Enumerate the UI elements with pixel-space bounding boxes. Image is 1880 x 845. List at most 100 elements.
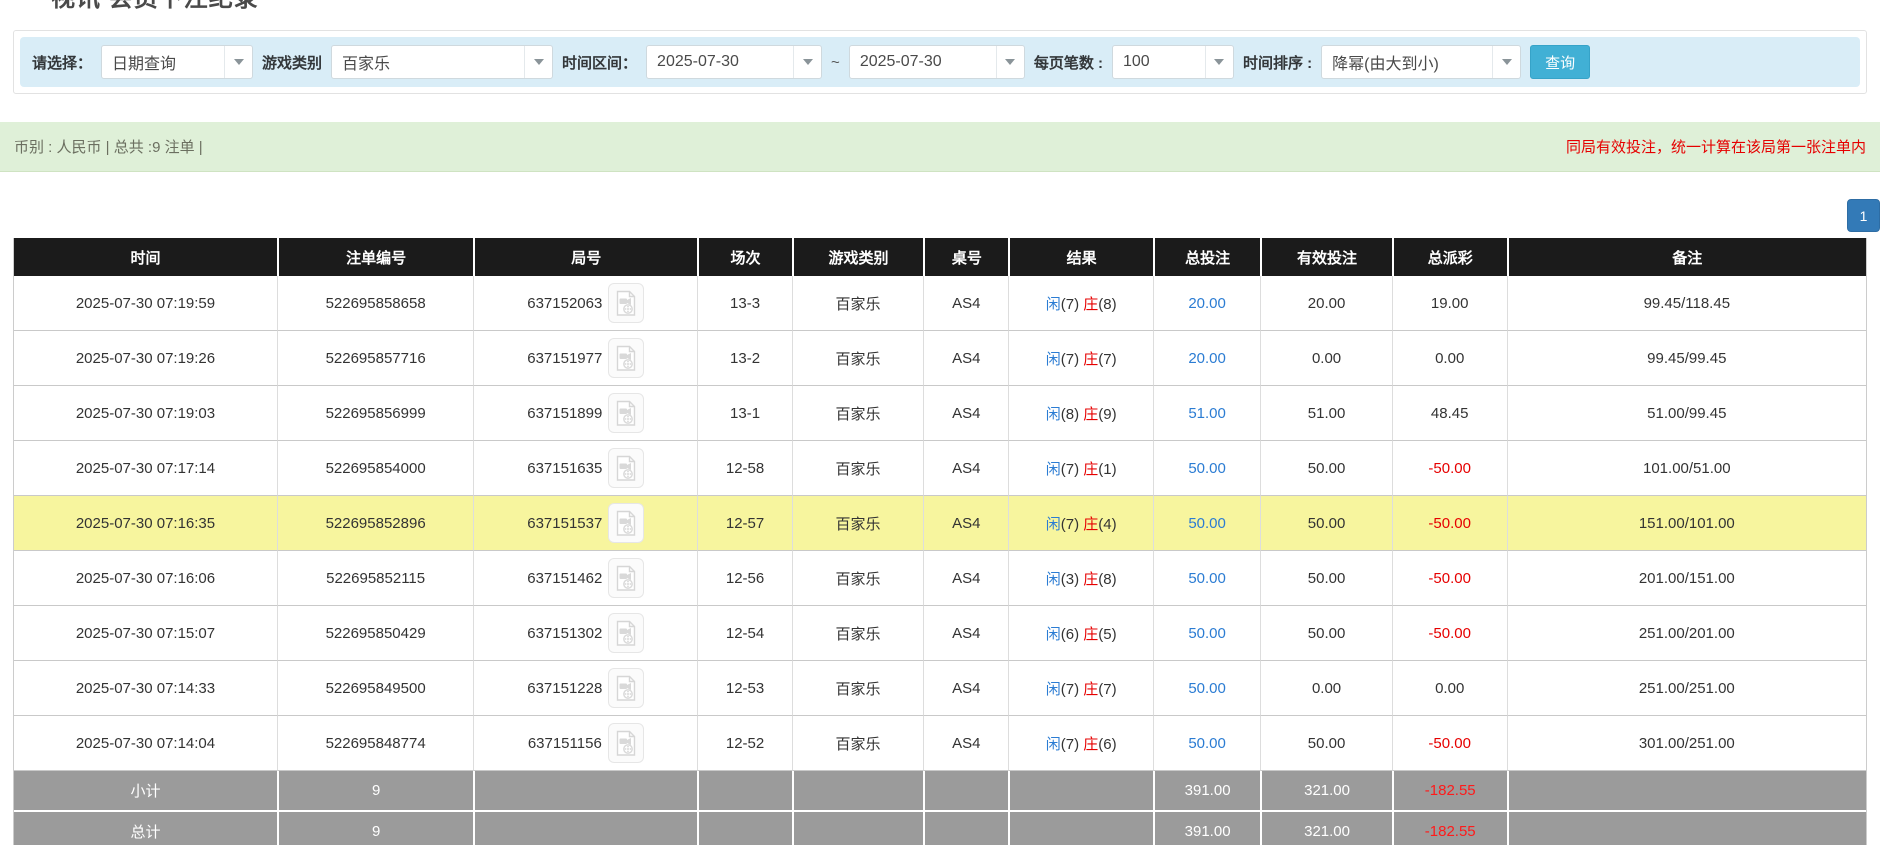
- session-cell: 12-56: [697, 551, 792, 606]
- summary-total-bet-cell: 391.00: [1152, 771, 1261, 810]
- video-file-icon: [617, 345, 636, 371]
- summary-total-bet-cell: 391.00: [1152, 810, 1261, 845]
- summary-payout-cell: -182.55: [1391, 771, 1507, 810]
- search-button[interactable]: 查询: [1530, 45, 1591, 79]
- total-bet-cell: 50.00: [1152, 551, 1261, 606]
- video-replay-button[interactable]: [608, 338, 645, 378]
- total-bet-link[interactable]: 20.00: [1188, 350, 1226, 367]
- valid-bet-cell: 0.00: [1260, 661, 1392, 716]
- page-title: 视讯 会员下注纪录: [51, 0, 1867, 13]
- total-bet-link[interactable]: 50.00: [1188, 460, 1226, 477]
- chevron-down-icon[interactable]: [1204, 46, 1233, 78]
- round-id-cell: 637151462: [473, 551, 698, 606]
- valid-bet-cell: 50.00: [1260, 441, 1392, 496]
- table-no-cell: AS4: [923, 276, 1009, 331]
- payout-cell: 0.00: [1391, 331, 1507, 386]
- round-id-cell: 637151977: [473, 331, 698, 386]
- session-cell: 12-54: [697, 606, 792, 661]
- game-type-value: 百家乐: [342, 56, 391, 73]
- query-type-select[interactable]: 日期查询: [101, 45, 254, 79]
- table-row: 2025-07-30 07:19:26 522695857716 637151977…: [14, 331, 1866, 386]
- total-bet-link[interactable]: 51.00: [1188, 405, 1226, 422]
- round-id-cell: 637151537: [473, 496, 698, 551]
- records-table-wrap: 时间 注单编号 局号 场次 游戏类别 桌号 结果 总投注 有效投注 总派彩 备注 2025-07-3…: [13, 238, 1867, 845]
- filter-bar: 请选择： 日期查询 游戏类别 百家乐 时间区间： 2025-07-30 ~ 20…: [20, 37, 1860, 87]
- time-cell: 2025-07-30 07:15:07: [14, 606, 277, 661]
- date-to-value: 2025-07-30: [859, 53, 942, 70]
- date-from-select[interactable]: 2025-07-30: [646, 45, 823, 79]
- column-header: 总派彩: [1391, 238, 1507, 276]
- chevron-down-icon[interactable]: [793, 46, 821, 78]
- sort-select[interactable]: 降幂(由大到小): [1321, 45, 1522, 79]
- payout-cell: -50.00: [1391, 496, 1507, 551]
- note-cell: 301.00/251.00: [1506, 716, 1866, 771]
- game-type-select[interactable]: 百家乐: [331, 45, 554, 79]
- table-no-cell: AS4: [923, 606, 1009, 661]
- page-size-value: 100: [1122, 53, 1150, 70]
- video-replay-button[interactable]: [608, 613, 645, 653]
- video-replay-button[interactable]: [608, 448, 645, 488]
- bet-id-cell: 522695854000: [276, 441, 474, 496]
- video-file-icon: [617, 400, 636, 426]
- bet-id-cell: 522695848774: [276, 716, 474, 771]
- chevron-down-icon[interactable]: [224, 46, 252, 78]
- time-cell: 2025-07-30 07:16:06: [14, 551, 277, 606]
- table-no-cell: AS4: [923, 661, 1009, 716]
- time-cell: 2025-07-30 07:14:04: [14, 716, 277, 771]
- bet-id-cell: 522695852896: [276, 496, 474, 551]
- date-range-tilde: ~: [831, 53, 840, 71]
- video-replay-button[interactable]: [607, 723, 644, 763]
- time-cell: 2025-07-30 07:16:35: [14, 496, 277, 551]
- session-cell: 13-1: [697, 386, 792, 441]
- result-cell: 闲(6) 庄(5): [1008, 606, 1153, 661]
- valid-bet-cell: 50.00: [1260, 496, 1392, 551]
- summary-payout-cell: -182.55: [1391, 810, 1507, 845]
- date-to-select[interactable]: 2025-07-30: [848, 45, 1025, 79]
- page-size-select[interactable]: 100: [1111, 45, 1234, 79]
- page-size-label: 每页笔数 :: [1033, 54, 1103, 72]
- game-type-cell: 百家乐: [791, 606, 924, 661]
- summary-row: 总计 9 391.00 321.00 -182.55: [14, 810, 1866, 845]
- round-id-cell: 637151635: [473, 441, 698, 496]
- summary-valid-bet-cell: 321.00: [1260, 810, 1392, 845]
- note-cell: 251.00/251.00: [1506, 661, 1866, 716]
- total-bet-link[interactable]: 50.00: [1188, 625, 1226, 642]
- page-1-button[interactable]: 1: [1847, 199, 1880, 232]
- table-row: 2025-07-30 07:14:33 522695849500 637151228…: [14, 661, 1866, 716]
- video-replay-button[interactable]: [608, 558, 645, 598]
- game-type-label: 游戏类别: [262, 54, 323, 72]
- total-bet-cell: 20.00: [1152, 331, 1261, 386]
- session-cell: 13-3: [697, 276, 792, 331]
- video-replay-button[interactable]: [608, 283, 645, 323]
- total-bet-cell: 50.00: [1152, 606, 1261, 661]
- video-replay-button[interactable]: [608, 668, 645, 708]
- total-bet-link[interactable]: 50.00: [1188, 735, 1226, 752]
- video-replay-button[interactable]: [608, 393, 645, 433]
- query-type-value: 日期查询: [112, 56, 177, 73]
- result-cell: 闲(7) 庄(4): [1008, 496, 1153, 551]
- chevron-down-icon[interactable]: [995, 46, 1024, 78]
- valid-bet-cell: 20.00: [1260, 276, 1392, 331]
- session-cell: 12-57: [697, 496, 792, 551]
- round-id-cell: 637151302: [473, 606, 698, 661]
- total-bet-cell: 51.00: [1152, 386, 1261, 441]
- payout-cell: 48.45: [1391, 386, 1507, 441]
- summary-valid-bet-cell: 321.00: [1260, 771, 1392, 810]
- total-bet-link[interactable]: 50.00: [1188, 680, 1226, 697]
- result-cell: 闲(7) 庄(6): [1008, 716, 1153, 771]
- summary-bar: 币别 : 人民币 | 总共 :9 注单 | 同局有效投注，统一计算在该局第一张注…: [0, 122, 1880, 172]
- filter-panel: 请选择： 日期查询 游戏类别 百家乐 时间区间： 2025-07-30 ~ 20…: [13, 30, 1867, 94]
- chevron-down-icon[interactable]: [524, 46, 552, 78]
- table-row: 2025-07-30 07:16:35 522695852896 637151537…: [14, 496, 1866, 551]
- video-replay-button[interactable]: [608, 503, 645, 543]
- game-type-cell: 百家乐: [791, 386, 924, 441]
- column-header: 结果: [1008, 238, 1153, 276]
- note-cell: 151.00/101.00: [1506, 496, 1866, 551]
- valid-bet-cell: 0.00: [1260, 331, 1392, 386]
- bet-id-cell: 522695857716: [276, 331, 474, 386]
- total-bet-link[interactable]: 50.00: [1188, 570, 1226, 587]
- total-bet-link[interactable]: 50.00: [1188, 515, 1226, 532]
- note-cell: 99.45/118.45: [1506, 276, 1866, 331]
- total-bet-link[interactable]: 20.00: [1188, 295, 1226, 312]
- chevron-down-icon[interactable]: [1492, 46, 1520, 78]
